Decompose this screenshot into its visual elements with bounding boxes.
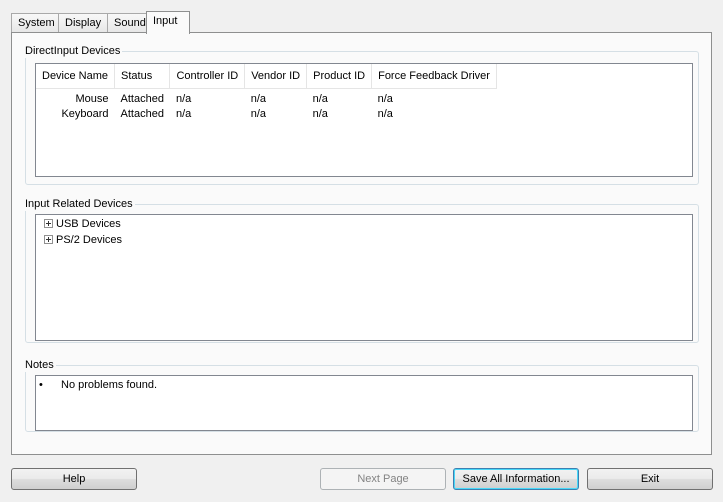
note-item: • No problems found. xyxy=(39,379,157,391)
column-header-product-id[interactable]: Product ID xyxy=(306,64,373,89)
table-header-row: Device Name Status Controller ID Vendor … xyxy=(36,64,497,89)
tree-item-ps2-devices[interactable]: PS/2 Devices xyxy=(44,232,122,248)
input-related-devices-tree[interactable]: USB Devices PS/2 Devices xyxy=(35,214,693,341)
table-row[interactable]: Mouse Attached n/a n/a n/a n/a xyxy=(36,88,496,105)
cell-status: Attached xyxy=(120,107,164,120)
cell-controller-id: n/a xyxy=(175,92,192,105)
tab-panel-input: DirectInput Devices Device Name Status C… xyxy=(11,32,712,455)
cell-force-feedback-driver: n/a xyxy=(377,92,393,105)
input-related-devices-group: Input Related Devices USB Devices PS/2 D… xyxy=(24,197,699,343)
cell-vendor-id: n/a xyxy=(250,107,266,120)
cell-product-id: n/a xyxy=(312,92,328,105)
tab-input[interactable]: Input xyxy=(146,11,190,34)
cell-status: Attached xyxy=(120,92,164,105)
column-header-controller-id[interactable]: Controller ID xyxy=(169,64,246,89)
save-all-information-button[interactable]: Save All Information... xyxy=(453,468,579,490)
directinput-devices-group: DirectInput Devices Device Name Status C… xyxy=(24,44,699,185)
help-button[interactable]: Help xyxy=(11,468,137,490)
plus-expander-icon[interactable] xyxy=(44,218,53,228)
tree-item-label: PS/2 Devices xyxy=(56,234,123,246)
input-related-devices-label: Input Related Devices xyxy=(24,197,135,211)
table-row[interactable]: Keyboard Attached n/a n/a n/a n/a xyxy=(36,105,496,122)
directinput-devices-table: Device Name Status Controller ID Vendor … xyxy=(36,64,497,122)
plus-expander-icon[interactable] xyxy=(44,234,53,244)
tree-item-usb-devices[interactable]: USB Devices xyxy=(44,216,121,232)
cell-product-id: n/a xyxy=(312,107,328,120)
cell-force-feedback-driver: n/a xyxy=(377,107,393,120)
tab-display[interactable]: Display xyxy=(58,13,108,33)
column-header-force-feedback-driver[interactable]: Force Feedback Driver xyxy=(371,64,497,89)
column-header-vendor-id[interactable]: Vendor ID xyxy=(244,64,308,89)
notes-textbox[interactable]: • No problems found. xyxy=(35,375,693,431)
next-page-button[interactable]: Next Page xyxy=(320,468,446,490)
note-text: No problems found. xyxy=(61,379,157,391)
bullet-icon: • xyxy=(39,379,43,391)
notes-label: Notes xyxy=(24,358,56,372)
directinput-devices-label: DirectInput Devices xyxy=(24,44,123,58)
cell-device-name: Mouse xyxy=(75,92,109,105)
column-header-status[interactable]: Status xyxy=(114,64,171,89)
tree-item-label: USB Devices xyxy=(56,218,121,230)
cell-device-name: Keyboard xyxy=(61,107,109,120)
column-header-device-name[interactable]: Device Name xyxy=(36,64,116,89)
exit-button[interactable]: Exit xyxy=(587,468,713,490)
tab-sound[interactable]: Sound xyxy=(107,13,147,33)
cell-vendor-id: n/a xyxy=(250,92,266,105)
notes-group: Notes • No problems found. xyxy=(24,358,699,432)
tab-system[interactable]: System xyxy=(11,13,59,33)
cell-controller-id: n/a xyxy=(175,107,192,120)
directinput-devices-list[interactable]: Device Name Status Controller ID Vendor … xyxy=(35,63,693,177)
